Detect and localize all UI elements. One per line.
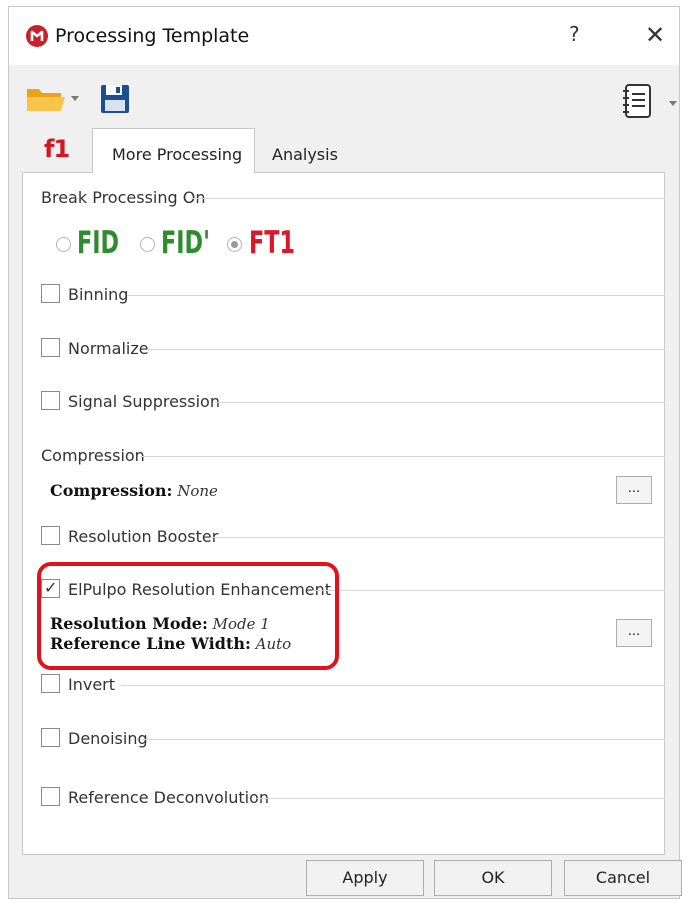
tab-label: Analysis [272,145,338,164]
apply-button[interactable]: Apply [306,860,424,896]
divider [312,590,665,591]
elpulpo-section: ElPulpo Resolution Enhancement [41,578,665,602]
folder-open-icon[interactable] [25,85,67,117]
normalize-label[interactable]: Normalize [68,339,149,358]
compression-property: Compression: None [50,481,218,500]
radio-ft1-label[interactable]: FT1 [249,225,295,261]
divider [147,349,665,350]
binning-section: Binning [41,283,665,307]
resolution-booster-label[interactable]: Resolution Booster [68,527,218,546]
compression-settings-button[interactable]: ... [616,476,652,504]
section-label: Break Processing On [41,188,206,207]
more-processing-panel: Break Processing On FID FID' FT1 Binning… [22,172,665,855]
radio-fid-label[interactable]: FID [77,225,119,261]
reference-line-width-value: Auto [255,635,292,653]
divider [191,198,665,199]
elpulpo-settings-button[interactable]: ... [616,619,652,647]
resolution-booster-section: Resolution Booster [41,525,665,549]
divider [142,739,665,740]
section-label: Compression [41,446,145,465]
divider [141,456,665,457]
radio-ft1[interactable] [227,237,242,252]
divider [210,537,665,538]
window-title: Processing Template [55,25,250,47]
resolution-booster-checkbox[interactable] [41,526,60,545]
divider [127,295,665,296]
denoising-checkbox[interactable] [41,728,60,747]
signal-suppression-checkbox[interactable] [41,391,60,410]
compression-prop-label: Compression: [50,481,173,500]
cancel-button[interactable]: Cancel [564,860,682,896]
radio-fid[interactable] [56,237,71,252]
compression-prop-value: None [177,482,218,500]
break-processing-radio-group: FID FID' FT1 [56,225,356,265]
normalize-checkbox[interactable] [41,338,60,357]
app-logo-icon [26,25,48,47]
reference-line-width-label: Reference Line Width: [50,634,251,653]
notebook-icon[interactable] [621,84,653,122]
resolution-mode-value: Mode 1 [212,615,270,633]
invert-label[interactable]: Invert [68,675,115,694]
divider [215,402,665,403]
resolution-mode-property: Resolution Mode: Mode 1 [50,614,270,633]
elpulpo-label[interactable]: ElPulpo Resolution Enhancement [68,580,331,599]
reference-deconvolution-section: Reference Deconvolution [41,786,665,810]
reference-line-width-property: Reference Line Width: Auto [50,634,291,653]
normalize-section: Normalize [41,337,665,361]
resolution-mode-label: Resolution Mode: [50,614,208,633]
radio-fid-prime[interactable] [140,237,155,252]
ok-button[interactable]: OK [434,860,552,896]
processing-template-dialog: Processing Template ? ✕ f1 More Processi… [8,6,682,899]
notebook-dropdown-icon[interactable] [669,101,677,106]
title-bar: Processing Template ? ✕ [9,7,679,65]
tab-more-processing[interactable]: More Processing [92,128,255,173]
f1-tab-icon[interactable]: f1 [44,135,70,163]
elpulpo-checkbox[interactable] [41,578,60,598]
compression-section: Compression [41,444,665,468]
signal-suppression-section: Signal Suppression [41,390,665,414]
tab-analysis[interactable]: Analysis [272,128,362,173]
save-icon[interactable] [100,84,130,118]
tab-label: More Processing [112,145,243,164]
reference-deconvolution-checkbox[interactable] [41,787,60,806]
help-button[interactable]: ? [569,22,580,46]
folder-dropdown-icon[interactable] [71,96,79,101]
invert-checkbox[interactable] [41,674,60,693]
close-button[interactable]: ✕ [645,21,665,49]
signal-suppression-label[interactable]: Signal Suppression [68,392,220,411]
reference-deconvolution-label[interactable]: Reference Deconvolution [68,788,269,807]
binning-label[interactable]: Binning [68,285,128,304]
binning-checkbox[interactable] [41,284,60,303]
invert-section: Invert [41,673,665,697]
divider [121,685,665,686]
radio-fid-prime-label[interactable]: FID' [161,225,210,261]
divider [257,798,665,799]
break-processing-section: Break Processing On [41,186,665,210]
denoising-label[interactable]: Denoising [68,729,148,748]
denoising-section: Denoising [41,727,665,751]
